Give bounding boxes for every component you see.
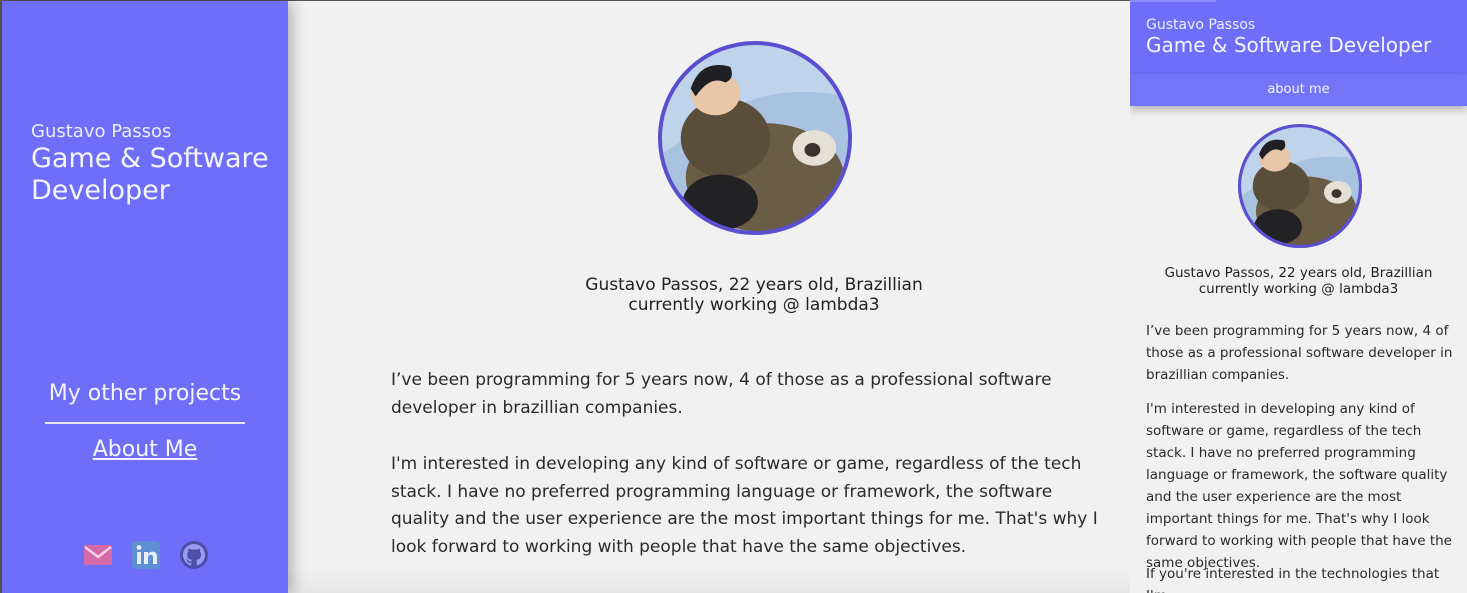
mobile-name: Gustavo Passos bbox=[1146, 17, 1256, 33]
about-paragraph-1: I’ve been programming for 5 years now, 4… bbox=[391, 370, 1052, 418]
mobile-view: Gustavo Passos Game & Software Developer… bbox=[1130, 0, 1467, 593]
mobile-header: Gustavo Passos Game & Software Developer bbox=[1130, 0, 1467, 74]
nav-link-about-me[interactable]: About Me bbox=[2, 437, 288, 462]
sidebar-title: Game & Software Developer bbox=[31, 143, 269, 206]
about-paragraph-2: I'm interested in developing any kind of… bbox=[391, 454, 1098, 557]
profile-avatar bbox=[657, 40, 853, 236]
mobile-title: Game & Software Developer bbox=[1146, 33, 1432, 57]
mobile-profile-avatar bbox=[1237, 123, 1363, 249]
mail-icon[interactable] bbox=[82, 539, 114, 571]
mobile-about-paragraph-3: If you're interested in the technologies… bbox=[1146, 566, 1440, 593]
nav-link-other-projects[interactable]: My other projects bbox=[2, 381, 288, 406]
github-icon[interactable] bbox=[178, 539, 210, 571]
sidebar-name: Gustavo Passos bbox=[31, 121, 172, 142]
sidebar: Gustavo Passos Game & Software Developer… bbox=[2, 1, 288, 593]
mobile-about-paragraph-1: I’ve been programming for 5 years now, 4… bbox=[1146, 323, 1453, 383]
mobile-top-indicator bbox=[1130, 0, 1216, 2]
linkedin-icon[interactable] bbox=[130, 539, 162, 571]
nav-divider bbox=[45, 422, 245, 424]
mobile-intro-line-1: Gustavo Passos, 22 years old, Brazillian bbox=[1164, 265, 1433, 281]
main-content: Gustavo Passos, 22 years old, Brazillian… bbox=[288, 1, 1132, 593]
social-links bbox=[82, 539, 210, 571]
mobile-about-paragraph-2: I'm interested in developing any kind of… bbox=[1146, 401, 1452, 571]
mobile-intro-line-2: currently working @ lambda3 bbox=[1198, 281, 1399, 297]
desktop-view: Gustavo Passos Game & Software Developer… bbox=[0, 0, 1132, 593]
mobile-nav-about-me[interactable]: about me bbox=[1130, 74, 1467, 106]
